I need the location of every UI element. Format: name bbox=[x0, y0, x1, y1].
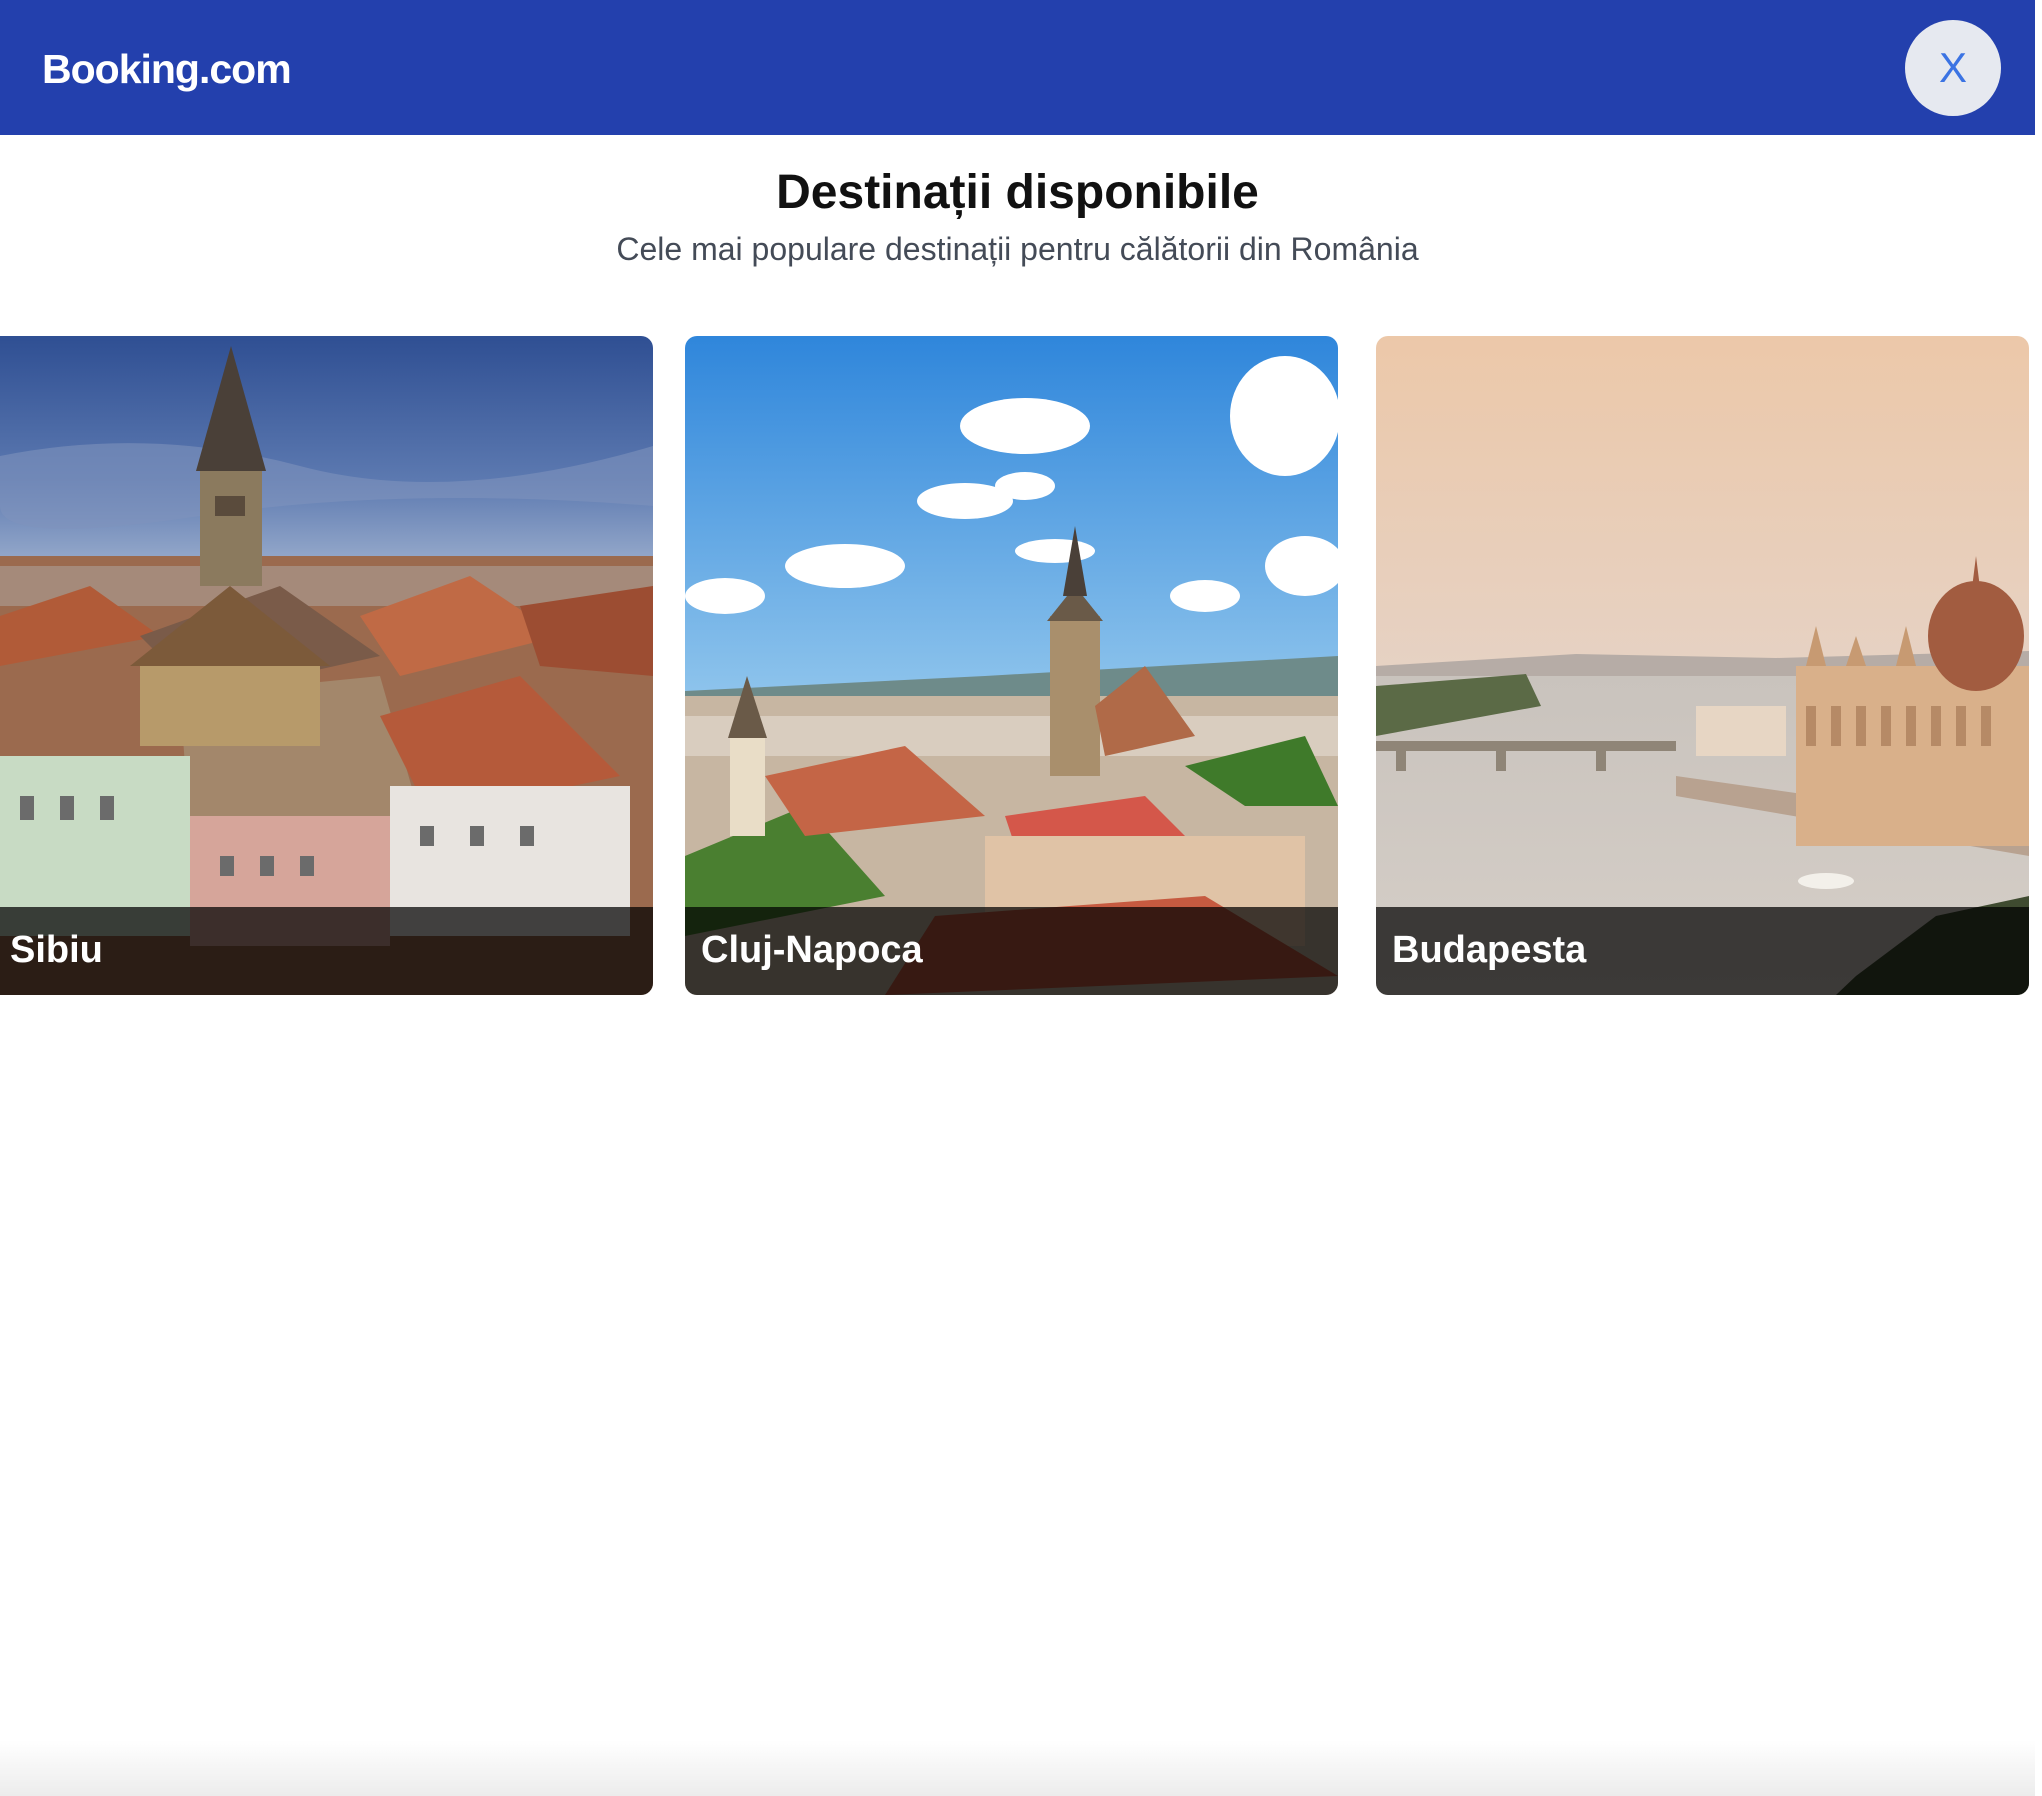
destination-card-cluj-napoca[interactable]: Cluj-Napoca bbox=[685, 336, 1338, 995]
page-title: Destinații disponibile bbox=[776, 166, 1259, 219]
destination-name: Budapesta bbox=[1392, 929, 1587, 971]
destination-caption: Budapesta bbox=[1376, 907, 2029, 995]
destination-card-budapesta[interactable]: Budapesta bbox=[1376, 336, 2029, 995]
destination-name: Sibiu bbox=[10, 929, 103, 971]
window-edge bbox=[2035, 0, 2042, 1796]
close-button[interactable]: X bbox=[1905, 20, 2001, 116]
bottom-fade bbox=[0, 1740, 2035, 1796]
app-page: Booking.com X Destinații disponibile Cel… bbox=[0, 0, 2035, 1796]
top-bar: Booking.com X bbox=[0, 0, 2035, 135]
budapesta-image bbox=[1376, 336, 2029, 995]
logo[interactable]: Booking.com bbox=[42, 44, 292, 94]
cluj-napoca-image bbox=[685, 336, 1338, 995]
destination-name: Cluj-Napoca bbox=[701, 929, 923, 971]
destination-caption: Sibiu bbox=[0, 907, 653, 995]
sibiu-image bbox=[0, 336, 653, 995]
destination-card-sibiu[interactable]: Sibiu bbox=[0, 336, 653, 995]
page-subtitle: Cele mai populare destinații pentru călă… bbox=[616, 231, 1419, 267]
destination-caption: Cluj-Napoca bbox=[685, 907, 1338, 995]
